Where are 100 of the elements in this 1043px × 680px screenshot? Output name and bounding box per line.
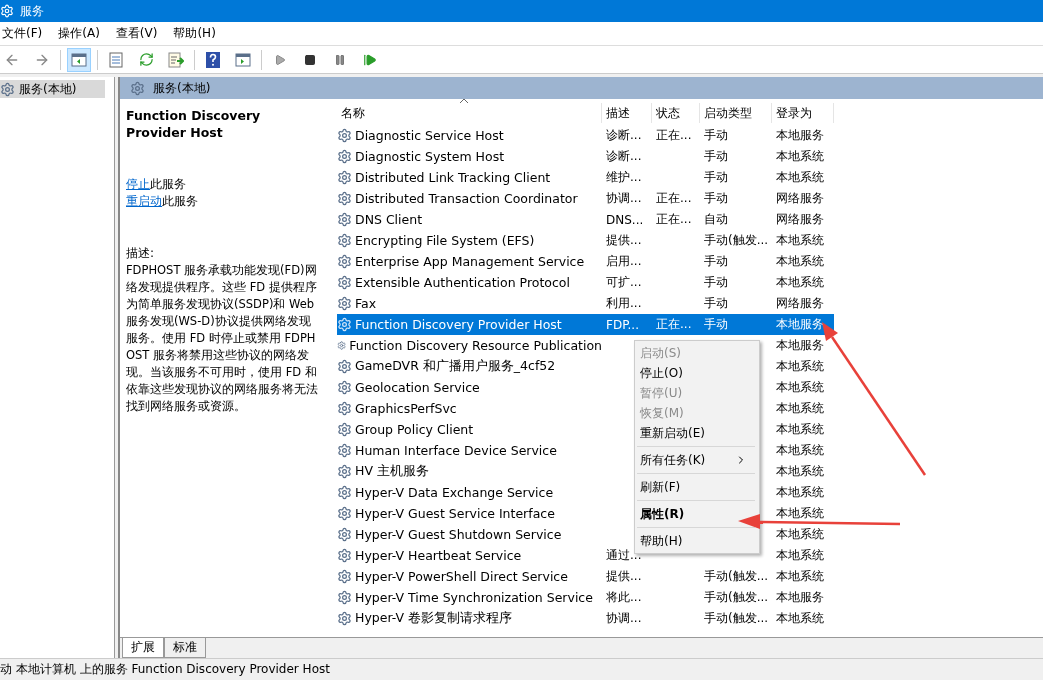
service-name: Hyper-V PowerShell Direct Service	[355, 569, 568, 584]
gear-icon	[337, 422, 352, 437]
table-cell-text: 正在...	[655, 316, 693, 333]
refresh-icon	[138, 52, 154, 67]
gear-icon	[337, 296, 352, 311]
table-cell-text: 本地系统	[775, 274, 825, 291]
gear-icon	[337, 338, 347, 353]
gear-icon	[337, 233, 352, 248]
service-name: Diagnostic Service Host	[355, 128, 504, 143]
service-name: Hyper-V Guest Shutdown Service	[355, 527, 562, 542]
service-name: Hyper-V 卷影复制请求程序	[355, 610, 513, 627]
table-cell-text: 手动(触发...	[703, 232, 770, 249]
status-bar: 动 本地计算机 上的服务 Function Discovery Provider Host	[0, 658, 1043, 680]
service-name: Function Discovery Resource Publication	[349, 338, 602, 353]
table-cell-text: 本地系统	[775, 379, 825, 396]
table-cell-text: 手动	[703, 253, 729, 270]
gear-icon	[337, 380, 352, 395]
table-cell-text: 诊断...	[605, 148, 643, 165]
stop-icon	[304, 53, 316, 66]
gear-icon	[337, 443, 352, 458]
gear-icon	[0, 81, 15, 97]
service-title: Function Discovery Provider Host	[126, 107, 262, 141]
gear-icon	[337, 611, 352, 626]
gear-icon	[337, 464, 352, 479]
resume-icon	[363, 52, 377, 67]
service-description: FDPHOST 服务承载功能发现(FD)网络发现提供程序。这些 FD 提供程序为简单服务发现协议(SSDP)和 Web 服务发现(WS-D)协议提供网络发现服务。使用 FD 时停止或禁用 FDPHOST 服务将禁用这些协议的网络发现。当该服务不可用时，使用 FD 和依靠这些发现协议的网络服务将无法找到网络服务或资源。	[126, 262, 319, 415]
menu-entry[interactable]: 刷新(F)	[635, 477, 759, 497]
gear-icon	[130, 80, 145, 96]
menu-entry[interactable]: 重新启动(E)	[635, 423, 759, 443]
service-action: 停止此服务	[126, 176, 187, 193]
service-name: Geolocation Service	[355, 380, 480, 395]
column-header[interactable]: 启动类型	[700, 103, 772, 123]
gear-icon	[0, 4, 14, 18]
table-cell-text: 本地系统	[775, 358, 825, 375]
table-cell-text: FDP...	[605, 317, 640, 332]
view-tab[interactable]: 标准	[164, 638, 206, 658]
export-icon	[168, 51, 184, 68]
column-header[interactable]: 名称	[337, 103, 602, 123]
table-cell-text: 本地系统	[775, 526, 825, 543]
gear-icon	[337, 128, 352, 143]
table-cell-text: 本地服务	[775, 127, 825, 144]
view-tab[interactable]: 扩展	[122, 638, 164, 658]
table-cell-text: 本地系统	[775, 169, 825, 186]
table-cell-text: 正在...	[655, 211, 693, 228]
action-link[interactable]: 重启动	[126, 194, 162, 208]
service-name: Hyper-V Guest Service Interface	[355, 506, 555, 521]
gear-icon	[337, 527, 352, 542]
action-link[interactable]: 停止	[126, 177, 150, 191]
column-label: 启动类型	[704, 104, 752, 122]
column-header[interactable]: 登录为	[772, 103, 834, 123]
table-cell-text: 手动	[703, 316, 729, 333]
table-cell-text: 正在...	[655, 190, 693, 207]
table-cell-text: 自动	[703, 211, 729, 228]
table-cell-text: 正在...	[655, 127, 693, 144]
service-action: 重启动此服务	[126, 193, 199, 210]
column-header[interactable]: 描述	[602, 103, 652, 123]
menu-entry[interactable]: 停止(O)	[635, 363, 759, 383]
selected-row[interactable]: Function Discovery Provider Host FDP... 正在... 手动 本地服务	[337, 314, 834, 335]
table-cell-text: 手动	[703, 127, 729, 144]
service-name: Hyper-V Heartbeat Service	[355, 548, 522, 563]
column-header[interactable]: 状态	[652, 103, 700, 123]
service-name: DNS Client	[355, 212, 423, 227]
service-name: Extensible Authentication Protocol	[355, 275, 570, 290]
service-name: Fax	[355, 296, 377, 311]
table-cell-text: 本地服务	[775, 337, 825, 354]
table-cell-text: 提供...	[605, 232, 643, 249]
table-cell-text: DNS...	[605, 212, 645, 227]
gear-icon	[337, 401, 352, 416]
table-cell-text: 本地系统	[775, 232, 825, 249]
menu-item[interactable]: 文件(F)	[0, 25, 51, 42]
menu-item[interactable]: 操作(A)	[56, 25, 108, 42]
menu-entry[interactable]: 属性(R)	[635, 504, 759, 524]
gear-icon	[337, 548, 352, 563]
pane-icon	[71, 52, 87, 67]
gear-icon	[337, 485, 352, 500]
table-cell-text: 本地系统	[775, 505, 825, 522]
menu-item[interactable]: 查看(V)	[113, 25, 166, 42]
service-name: GraphicsPerfSvc	[355, 401, 457, 416]
menu-entry[interactable]: 所有任务(K)	[635, 450, 759, 470]
menu-item[interactable]: 帮助(H)	[171, 25, 224, 42]
column-label: 状态	[656, 104, 680, 122]
service-name: GameDVR 和广播用户服务_4cf52	[355, 358, 556, 375]
gear-icon	[337, 254, 352, 269]
table-cell-text: 协调...	[605, 190, 643, 207]
service-name: Function Discovery Provider Host	[355, 317, 562, 332]
service-name: Group Policy Client	[355, 422, 474, 437]
service-name: Diagnostic System Host	[355, 149, 505, 164]
gear-icon	[337, 359, 352, 374]
table-cell-text: 网络服务	[775, 295, 825, 312]
tree-item[interactable]: 服务(本地)	[0, 80, 105, 98]
gear-icon	[337, 149, 352, 164]
column-label: 名称	[341, 104, 365, 122]
play-icon	[274, 53, 286, 66]
description-label: 描述:	[126, 245, 156, 262]
tree-toggle-button[interactable]	[67, 47, 91, 72]
gear-icon	[337, 317, 352, 332]
table-cell-text: 手动	[703, 169, 729, 186]
pane-icon	[235, 52, 251, 67]
gear-icon	[337, 275, 352, 290]
panel-title: 服务(本地)	[153, 79, 211, 97]
